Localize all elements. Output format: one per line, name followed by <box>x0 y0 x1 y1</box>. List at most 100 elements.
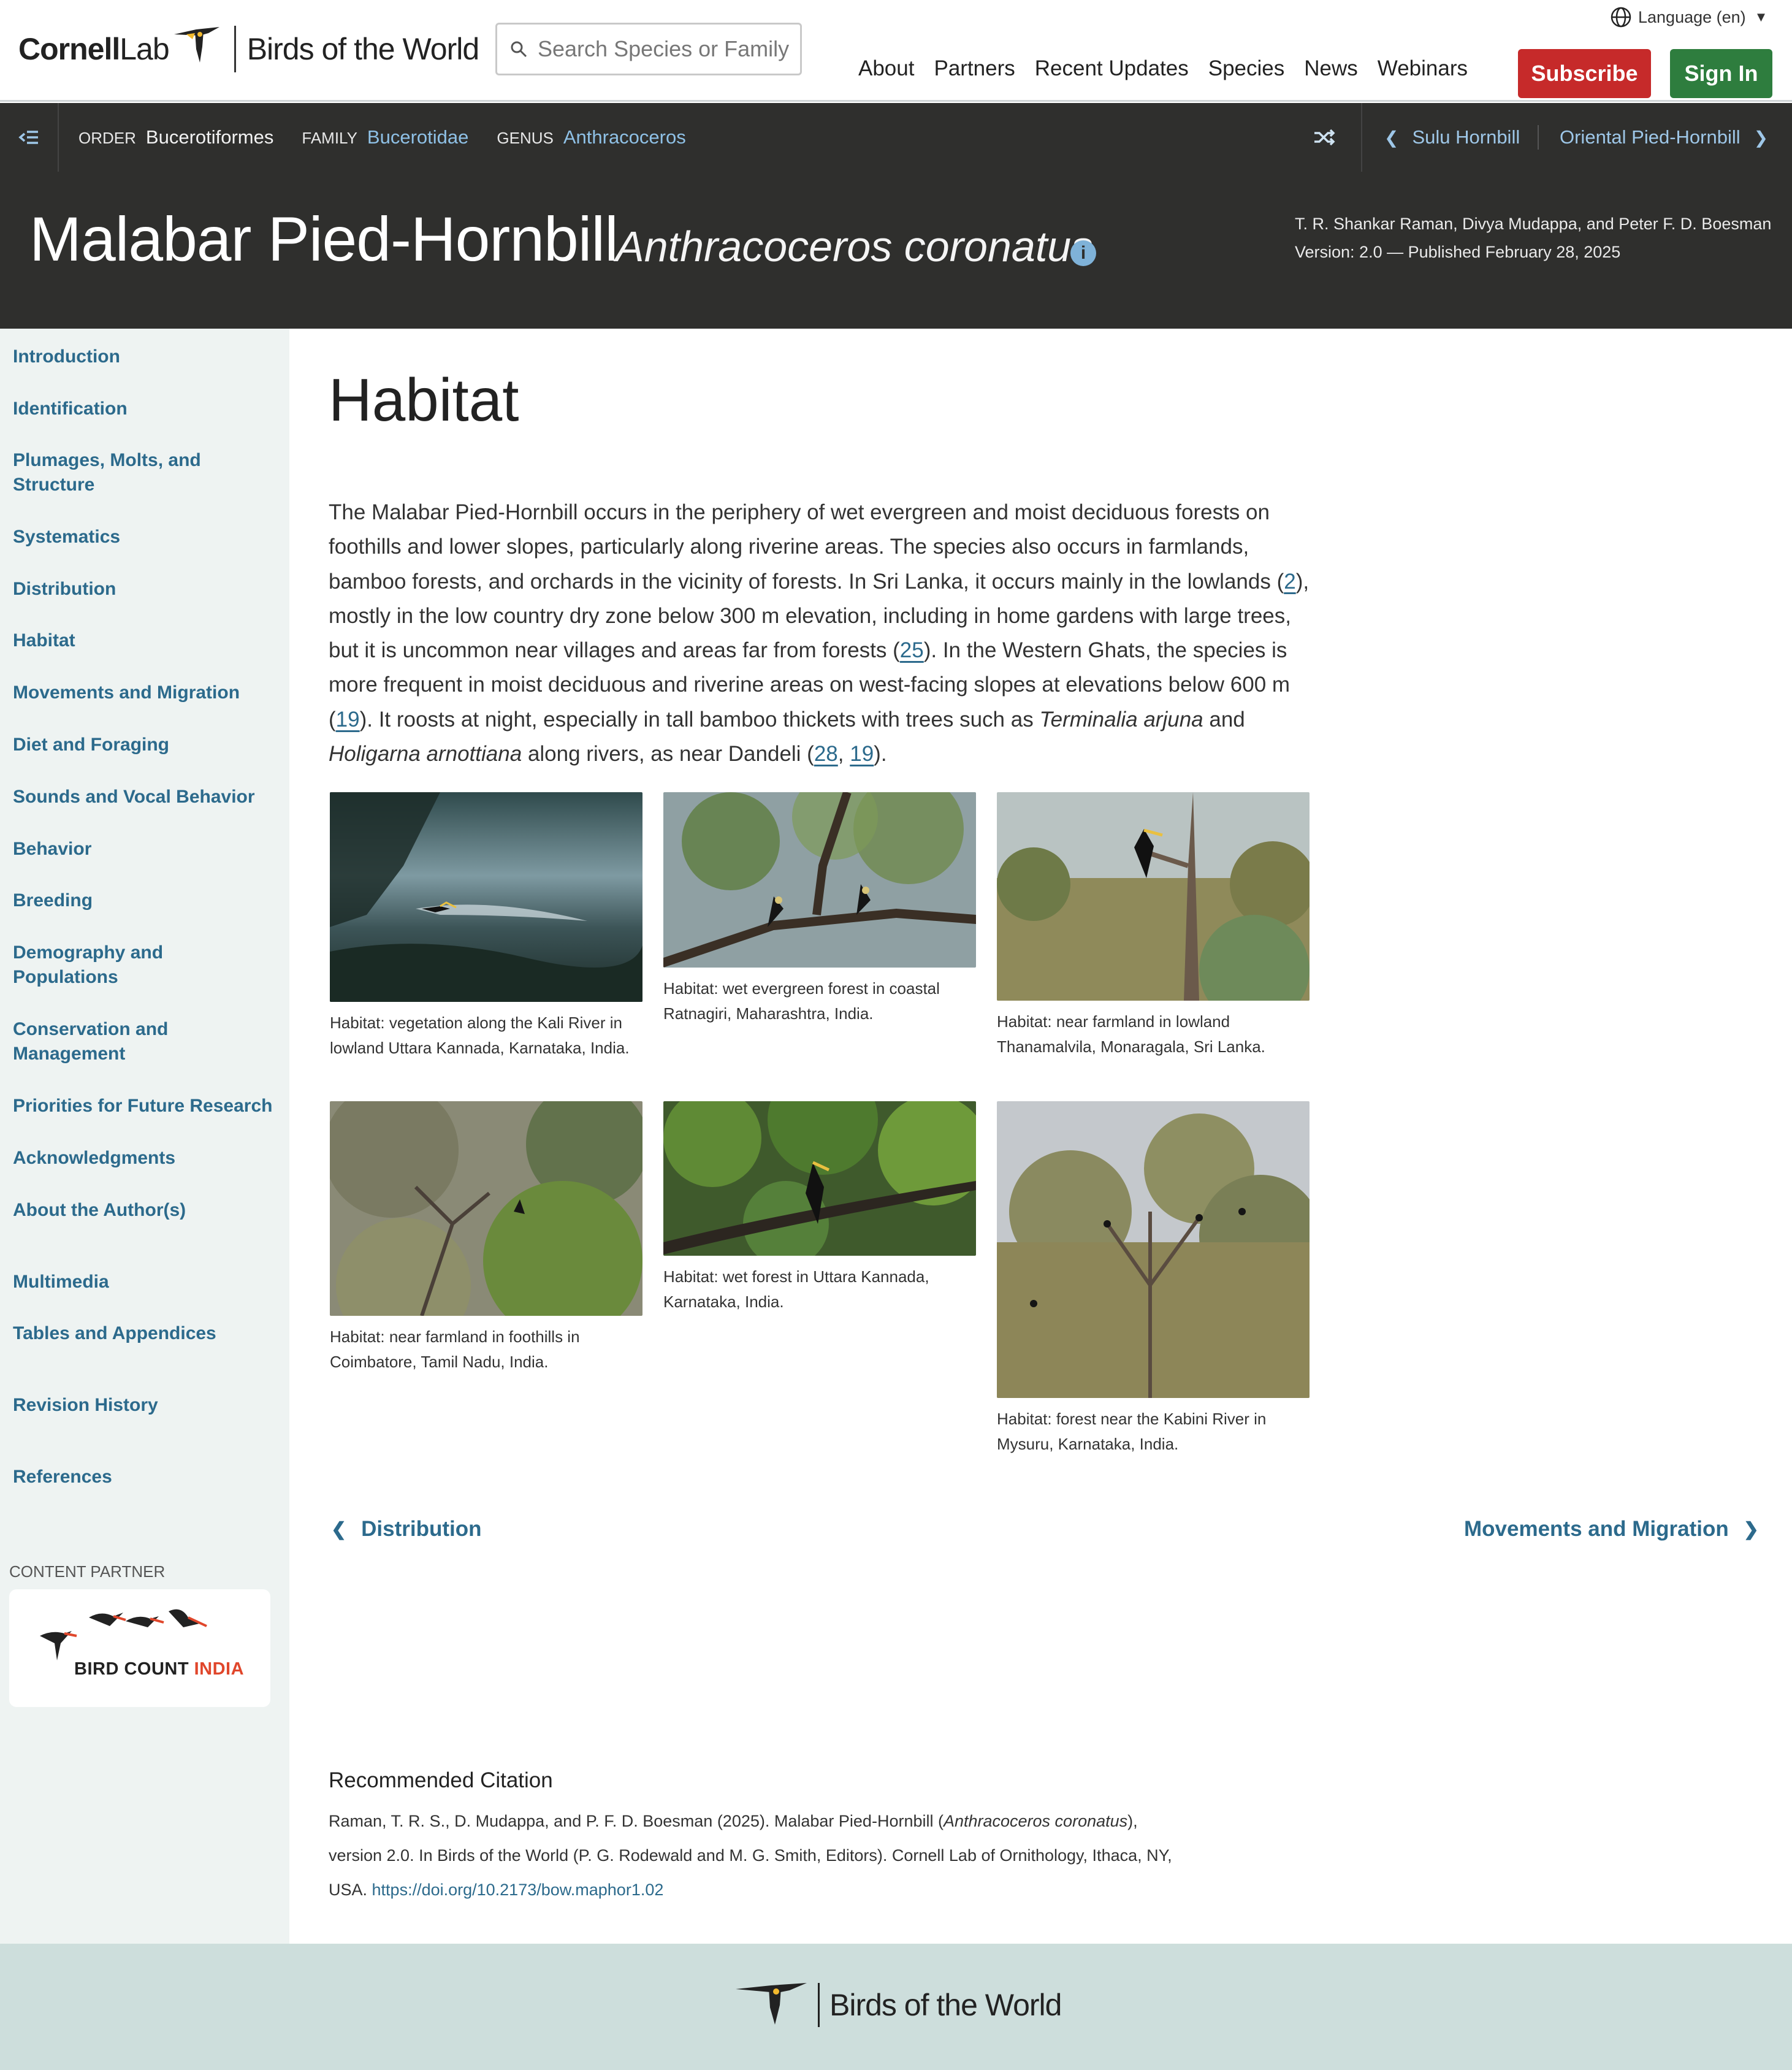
habitat-photo[interactable] <box>997 792 1310 1001</box>
sidebar-item-label: Plumages, Molts, and <box>13 450 201 470</box>
habitat-figure[interactable]: Habitat: vegetation along the Kali River… <box>330 792 642 1061</box>
next-section-link[interactable]: Movements and Migration ❯ <box>1464 1517 1759 1541</box>
habitat-figure[interactable]: Habitat: near farmland in lowland Thanam… <box>997 792 1310 1060</box>
sidebar-item-label: Structure <box>13 475 95 495</box>
taxonomy-family: FAMILY Bucerotidae <box>302 126 468 148</box>
sidebar-item-multimedia[interactable]: Multimedia <box>13 1270 109 1294</box>
content-partner-card[interactable]: BIRD COUNT INDIA <box>9 1589 270 1707</box>
citation-text: Raman, T. R. S., D. Mudappa, and P. F. D… <box>329 1812 1172 1899</box>
reference-link[interactable]: 25 <box>900 638 924 662</box>
content-partner-label: CONTENT PARTNER <box>9 1562 166 1581</box>
chevron-left-icon: ❮ <box>331 1519 347 1540</box>
figure-caption: Habitat: wet evergreen forest in coastal… <box>663 979 940 1023</box>
logo-divider <box>818 1983 820 2027</box>
sidebar-item-demography[interactable]: Demography and Populations <box>13 941 163 990</box>
habitat-photo[interactable] <box>330 792 642 1002</box>
hornbill-logo-icon <box>173 27 219 63</box>
figure-caption: Habitat: near farmland in lowland Thanam… <box>997 1012 1265 1056</box>
chevron-left-icon: ❮ <box>1384 128 1399 147</box>
sidebar-item-about-authors[interactable]: About the Author(s) <box>13 1198 186 1223</box>
next-section-label: Movements and Migration <box>1464 1517 1729 1541</box>
habitat-figure[interactable]: Habitat: wet evergreen forest in coastal… <box>663 792 976 1026</box>
section-heading: Habitat <box>329 366 519 433</box>
sidebar-item-conservation[interactable]: Conservation and Management <box>13 1017 168 1066</box>
globe-icon <box>1611 7 1631 28</box>
subscribe-button[interactable]: Subscribe <box>1518 49 1651 98</box>
citation-heading: Recommended Citation <box>329 1768 553 1792</box>
reference-link[interactable]: 2 <box>1284 570 1295 594</box>
nav-recent-updates[interactable]: Recent Updates <box>1035 56 1189 81</box>
sidebar-item-label: Management <box>13 1044 126 1064</box>
sidebar-item-sounds[interactable]: Sounds and Vocal Behavior <box>13 785 255 809</box>
habitat-photo[interactable] <box>663 1101 976 1256</box>
bird-count-india-logo-icon <box>40 1609 207 1660</box>
cornell-lab-logo[interactable]: CornellLab Birds of the World <box>18 25 479 74</box>
caret-down-icon: ▼ <box>1754 9 1768 25</box>
sign-in-button[interactable]: Sign In <box>1670 49 1772 98</box>
chevron-right-icon: ❯ <box>1743 1519 1759 1540</box>
footer-logo[interactable]: Birds of the World <box>734 1980 1062 2030</box>
doi-link[interactable]: https://doi.org/10.2173/bow.maphor1.02 <box>372 1881 664 1899</box>
nav-divider <box>1361 103 1362 172</box>
figure-caption: Habitat: vegetation along the Kali River… <box>330 1014 630 1057</box>
habitat-figure[interactable]: Habitat: wet forest in Uttara Kannada, K… <box>663 1101 976 1315</box>
family-link[interactable]: Bucerotidae <box>367 126 468 148</box>
previous-species-label: Sulu Hornbill <box>1412 126 1520 148</box>
nav-divider <box>1538 125 1539 150</box>
reference-link[interactable]: 28 <box>814 742 838 766</box>
sidebar-item-references[interactable]: References <box>13 1465 112 1489</box>
taxonomy-bar: ORDER Bucerotiformes FAMILY Bucerotidae … <box>0 103 1792 172</box>
nav-partners[interactable]: Partners <box>934 56 1015 81</box>
sidebar-item-plumages[interactable]: Plumages, Molts, and Structure <box>13 448 201 497</box>
next-species-label: Oriental Pied-Hornbill <box>1560 126 1741 148</box>
birds-of-the-world-wordmark: Birds of the World <box>246 32 479 66</box>
next-species-link[interactable]: Oriental Pied-Hornbill ❯ <box>1560 103 1768 172</box>
taxonomy-genus: GENUS Anthracoceros <box>497 126 685 148</box>
habitat-figure[interactable]: Habitat: near farmland in foothills in C… <box>330 1101 642 1375</box>
nav-about[interactable]: About <box>858 56 914 81</box>
sidebar-item-movements[interactable]: Movements and Migration <box>13 681 240 705</box>
sidebar-item-priorities[interactable]: Priorities for Future Research <box>13 1094 272 1118</box>
hornbill-logo-icon <box>736 1983 807 2025</box>
previous-section-link[interactable]: ❮ Distribution <box>331 1517 482 1541</box>
search-input[interactable]: Search Species or Family <box>495 23 802 75</box>
habitat-photo[interactable] <box>330 1101 642 1316</box>
reference-link[interactable]: 19 <box>850 742 874 766</box>
sidebar-item-identification[interactable]: Identification <box>13 397 128 421</box>
search-placeholder: Search Species or Family <box>538 36 790 61</box>
sidebar-item-diet[interactable]: Diet and Foraging <box>13 733 169 757</box>
figure-caption: Habitat: wet forest in Uttara Kannada, K… <box>663 1267 929 1311</box>
sidebar-item-systematics[interactable]: Systematics <box>13 525 120 549</box>
genus-link[interactable]: Anthracoceros <box>563 126 686 148</box>
sidebar-item-tables[interactable]: Tables and Appendices <box>13 1321 216 1346</box>
reference-link[interactable]: 19 <box>336 708 360 731</box>
sidebar-item-distribution[interactable]: Distribution <box>13 577 116 602</box>
sidebar-item-breeding[interactable]: Breeding <box>13 888 93 913</box>
habitat-figure[interactable]: Habitat: forest near the Kabini River in… <box>997 1101 1310 1457</box>
nav-news[interactable]: News <box>1304 56 1358 81</box>
language-selector[interactable]: Language (en) ▼ <box>1610 6 1767 28</box>
sidebar-item-behavior[interactable]: Behavior <box>13 837 91 861</box>
nav-species[interactable]: Species <box>1208 56 1285 81</box>
habitat-photo[interactable] <box>663 792 976 968</box>
toc-toggle-icon[interactable] <box>0 103 59 172</box>
sidebar-item-introduction[interactable]: Introduction <box>13 345 120 369</box>
habitat-paragraph: The Malabar Pied-Hornbill occurs in the … <box>329 500 1310 766</box>
shuffle-icon[interactable] <box>1313 103 1335 172</box>
order-value: Bucerotiformes <box>145 126 274 148</box>
habitat-photo[interactable] <box>997 1101 1310 1398</box>
site-footer: Birds of the World <box>0 1944 1792 2070</box>
sidebar-item-habitat[interactable]: Habitat <box>13 628 75 653</box>
previous-section-label: Distribution <box>361 1517 482 1541</box>
logo-divider <box>234 26 236 72</box>
site-header: CornellLab Birds of the World Search Spe… <box>0 0 1792 102</box>
sidebar-item-acknowledgments[interactable]: Acknowledgments <box>13 1146 175 1171</box>
species-authors: T. R. Shankar Raman, Divya Mudappa, and … <box>1295 215 1772 233</box>
species-scientific-name: Anthracoceros coronatus <box>616 223 1093 270</box>
info-icon[interactable]: i <box>1070 240 1096 266</box>
species-version: Version: 2.0 — Published February 28, 20… <box>1295 243 1621 261</box>
sidebar-item-revision-history[interactable]: Revision History <box>13 1393 158 1418</box>
genus-label: GENUS <box>497 129 554 147</box>
nav-webinars[interactable]: Webinars <box>1378 56 1468 81</box>
previous-species-link[interactable]: ❮ Sulu Hornbill <box>1384 103 1520 172</box>
